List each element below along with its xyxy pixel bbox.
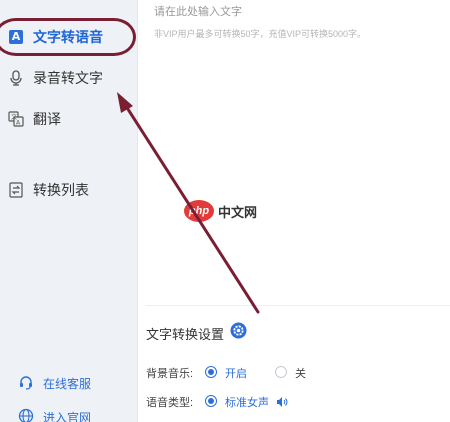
text-input-placeholder: 请在此处输入文字 [154,6,242,18]
site-watermark: php 中文网 [184,200,257,222]
background-music-row: 背景音乐: 开启 关 [146,363,450,381]
sidebar-item-translate[interactable]: 文A 翻译 [0,102,138,136]
headset-icon [18,374,34,390]
sidebar-item-label: 转换列表 [33,182,89,198]
transfer-list-icon [8,182,24,198]
sidebar: A 文字转语音 录音转文字 文A 翻译 转换列表 在线客服 进入官网 [0,0,138,422]
music-off-label: 关 [295,368,306,380]
official-site-link[interactable]: 进入官网 [0,406,138,422]
sidebar-item-label: 录音转文字 [33,70,103,86]
watermark-text: 中文网 [218,204,258,220]
settings-title: 文字转换设置 [146,327,225,342]
background-music-label: 背景音乐: [146,368,194,380]
sidebar-item-label: 翻译 [33,111,61,127]
microphone-icon [8,70,24,86]
music-on-radio[interactable] [205,366,217,378]
voice-type-selected: 标准女声 [225,397,269,409]
speaker-icon[interactable] [276,395,288,407]
sidebar-item-speech-to-text[interactable]: 录音转文字 [0,61,138,95]
letter-a-icon: A [8,29,24,45]
voice-type-row: 语音类型: 标准女声 [146,392,450,410]
globe-icon [18,408,34,422]
watermark-badge: php [184,200,214,222]
voice-type-radio[interactable] [205,395,217,407]
bottom-link-label: 进入官网 [43,411,92,422]
bottom-link-label: 在线客服 [43,377,92,391]
translate-icon: 文A [8,111,24,127]
sidebar-item-conversion-list[interactable]: 转换列表 [0,173,138,207]
music-off-radio[interactable] [275,366,287,378]
gear-icon[interactable] [230,322,247,339]
online-support-link[interactable]: 在线客服 [0,372,138,392]
text-input-area[interactable]: 请在此处输入文字 非VIP用户最多可转换50字，充值VIP可转换5000字。 [146,0,450,305]
sidebar-item-label: 文字转语音 [33,29,103,45]
sidebar-item-text-to-speech[interactable]: A 文字转语音 [0,20,138,54]
music-on-label: 开启 [225,368,247,380]
conversion-settings-panel: 文字转换设置 背景音乐: 开启 关 语音类型: 标准女声 [146,305,450,422]
char-limit-hint: 非VIP用户最多可转换50字，充值VIP可转换5000字。 [154,29,367,39]
voice-type-label: 语音类型: [146,397,194,409]
